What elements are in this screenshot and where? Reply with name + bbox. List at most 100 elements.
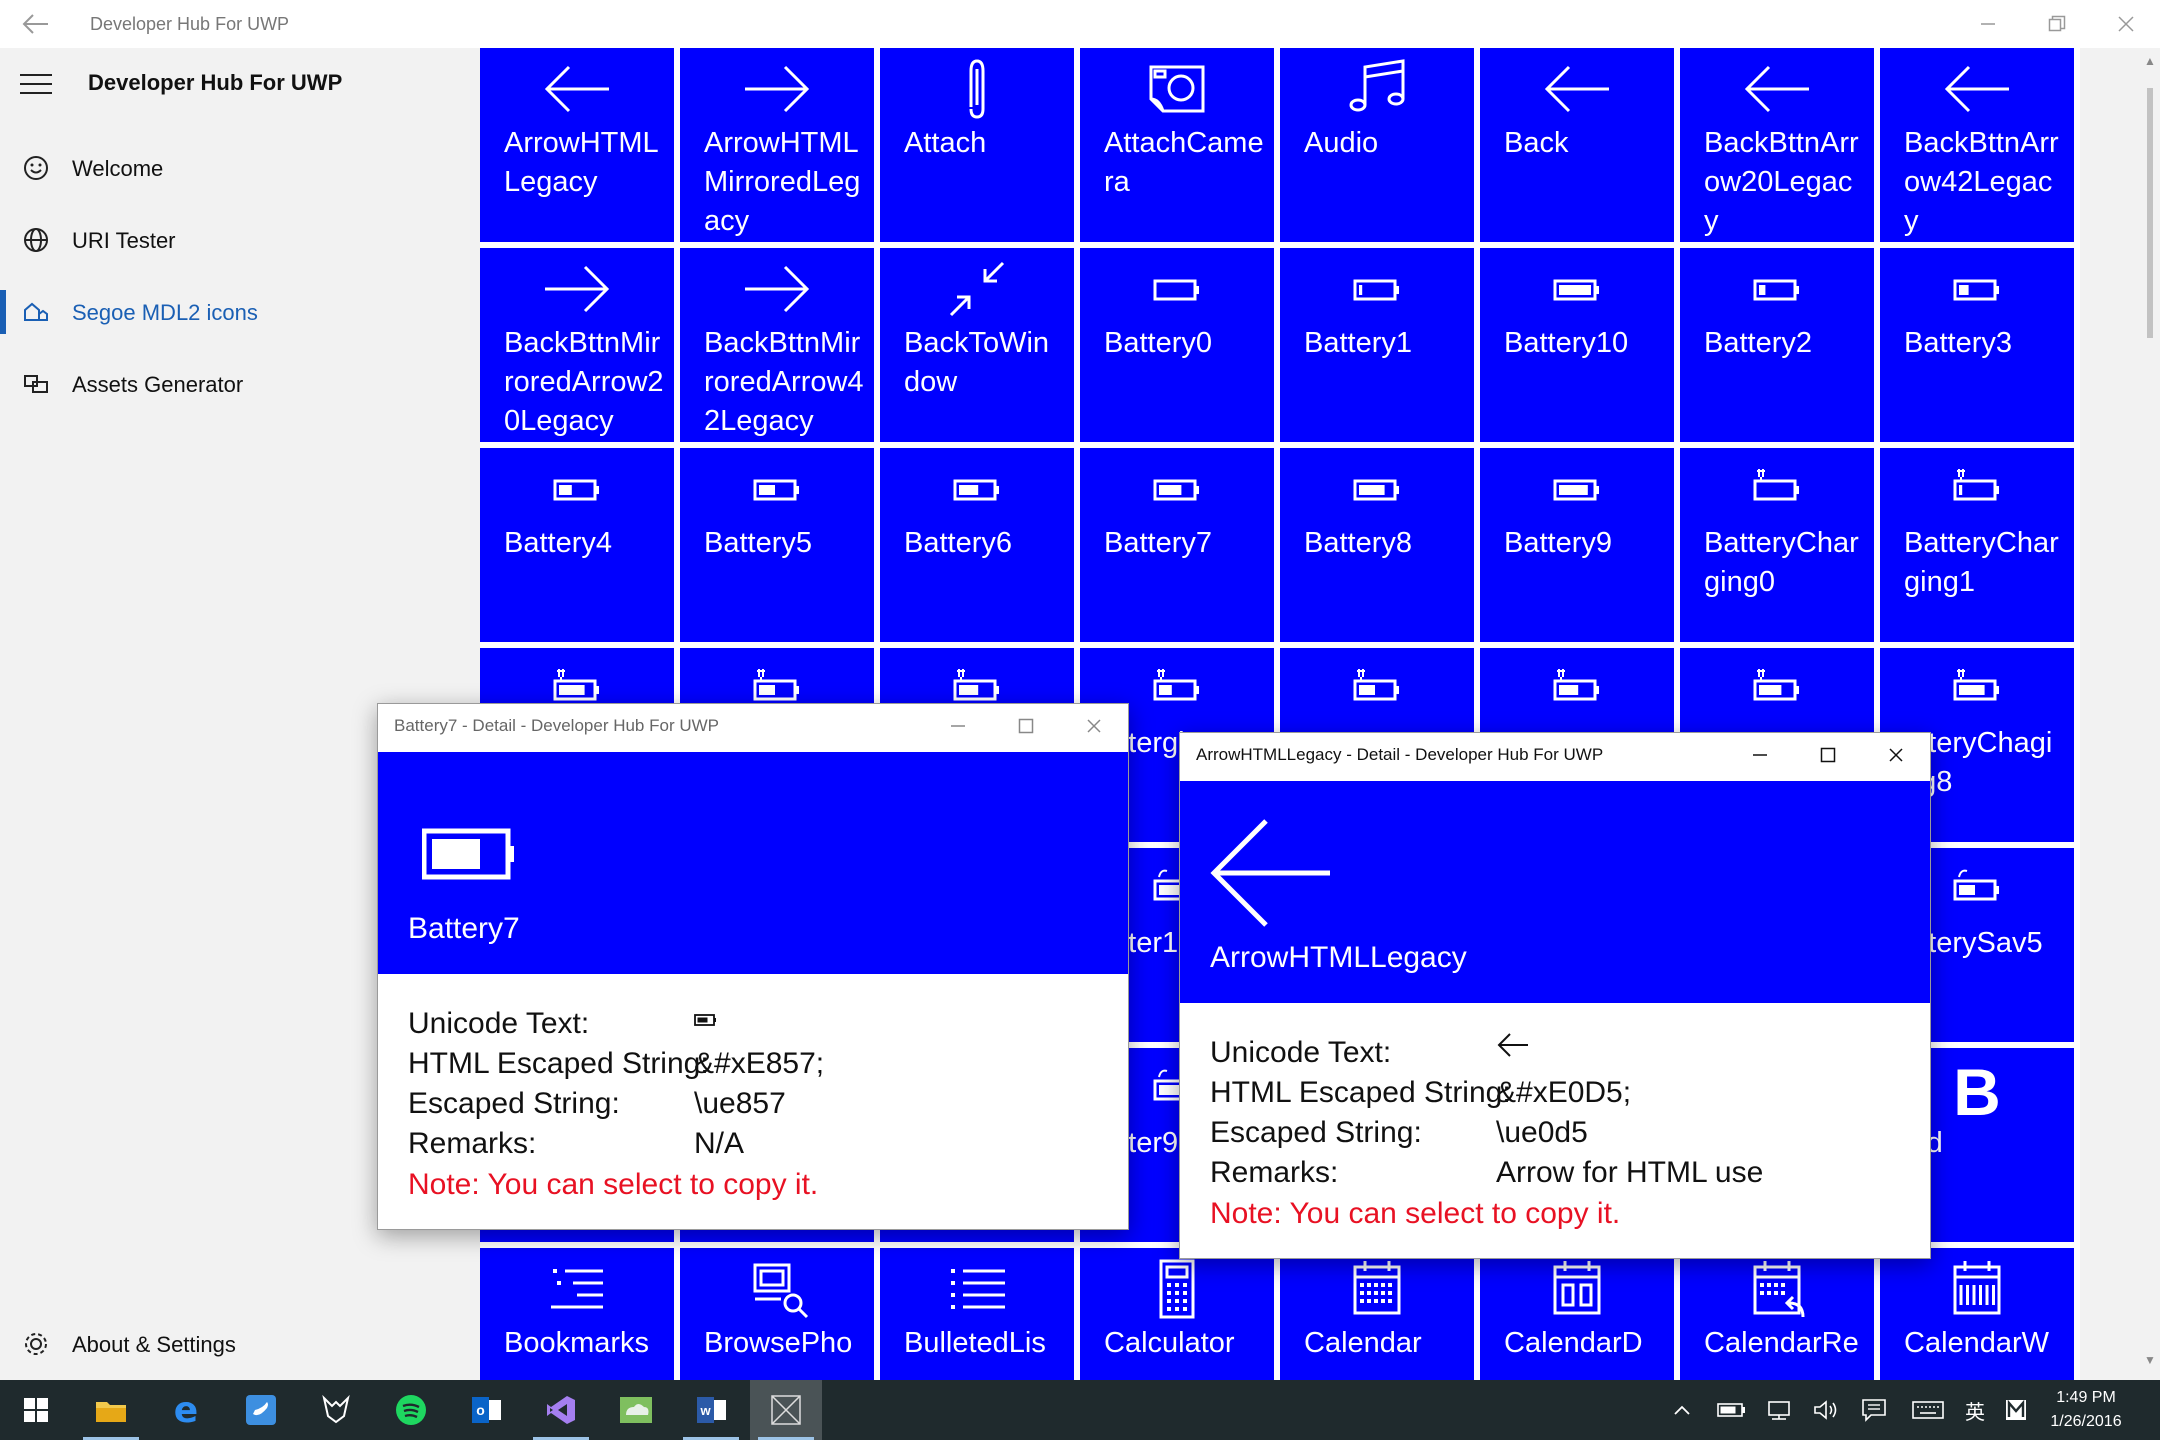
vertical-scrollbar[interactable]: ▲ ▼ xyxy=(2140,48,2160,1380)
info-value[interactable]: \ue0d5 xyxy=(1496,1113,1588,1153)
info-value[interactable]: N/A xyxy=(694,1124,744,1164)
icon-tile-back[interactable]: Back xyxy=(1480,48,1674,242)
close-button[interactable] xyxy=(1862,733,1930,777)
icon-tile-battery5[interactable]: Battery5 xyxy=(680,448,874,642)
info-value[interactable]: \ue857 xyxy=(694,1084,786,1124)
close-button[interactable] xyxy=(2091,0,2160,48)
icon-tile-battery8[interactable]: Battery8 xyxy=(1280,448,1474,642)
arrowhtmllegacy-detail-window[interactable]: ArrowHTMLLegacy - Detail - Developer Hub… xyxy=(1179,732,1931,1259)
icon-tile-battery10[interactable]: Battery10 xyxy=(1480,248,1674,442)
maximize-button[interactable] xyxy=(1794,733,1862,777)
battery-tray-button[interactable] xyxy=(1712,1380,1752,1440)
nav-item-segoe-mdl2-icons[interactable]: Segoe MDL2 icons xyxy=(0,276,480,348)
weather-icon xyxy=(620,1397,652,1423)
network-tray-button[interactable] xyxy=(1760,1380,1800,1440)
minimize-button[interactable] xyxy=(924,704,992,748)
restore-button[interactable] xyxy=(2022,0,2091,48)
icon-tile-battery6[interactable]: Battery6 xyxy=(880,448,1074,642)
icon-tile-battery3[interactable]: Battery3 xyxy=(1880,248,2074,442)
icon-tile-arrowhtmlmirroredlegacy[interactable]: ArrowHTMLMirroredLegacy xyxy=(680,48,874,242)
word-button[interactable]: w xyxy=(675,1380,747,1440)
nav-item-label: About & Settings xyxy=(72,1332,236,1357)
icon-tile-attach[interactable]: Attach xyxy=(880,48,1074,242)
spotify-button[interactable] xyxy=(375,1380,447,1440)
nav-item-about-settings[interactable]: About & Settings xyxy=(0,1308,480,1380)
icon-tile-battery1[interactable]: Battery1 xyxy=(1280,248,1474,442)
battery7-detail-window[interactable]: Battery7 - Detail - Developer Hub For UW… xyxy=(377,703,1129,1230)
visual-studio-button[interactable] xyxy=(525,1380,597,1440)
icon-tile-backbttnarrow20legacy[interactable]: BackBttnArrow20Legacy xyxy=(1680,48,1874,242)
battery-charging-icon xyxy=(1880,454,2074,524)
ime-mode-button[interactable] xyxy=(1998,1380,2034,1440)
icon-tile-battery4[interactable]: Battery4 xyxy=(480,448,674,642)
icon-tile-attachcamera[interactable]: AttachCamera xyxy=(1080,48,1274,242)
icon-tile-browsepho[interactable]: BrowsePho xyxy=(680,1248,874,1380)
icon-tile-battery9[interactable]: Battery9 xyxy=(1480,448,1674,642)
unicode-glyph[interactable] xyxy=(694,1004,718,1044)
icon-tile-bulletedlis[interactable]: BulletedLis xyxy=(880,1248,1074,1380)
clock-date: 1/26/2016 xyxy=(2050,1413,2122,1430)
weather-button[interactable] xyxy=(600,1380,672,1440)
start-button[interactable] xyxy=(0,1380,72,1440)
scroll-up-icon[interactable]: ▲ xyxy=(2144,54,2156,68)
minimize-button[interactable] xyxy=(1726,733,1794,777)
icon-tile-audio[interactable]: Audio xyxy=(1280,48,1474,242)
file-explorer-button[interactable] xyxy=(75,1380,147,1440)
icon-tile-bookmarks[interactable]: Bookmarks xyxy=(480,1248,674,1380)
icon-tile-calendar[interactable]: Calendar xyxy=(1280,1248,1474,1380)
icon-tile-arrowhtmllegacy[interactable]: ArrowHTMLLegacy xyxy=(480,48,674,242)
back-button[interactable] xyxy=(18,10,52,38)
tile-label: CalendarRe xyxy=(1704,1327,1859,1359)
icon-tile-backbttnmirroredarrow20legacy[interactable]: BackBttnMirroredArrow20Legacy xyxy=(480,248,674,442)
tile-label: BatteryCharging0 xyxy=(1704,527,1859,598)
icon-tile-calendarre[interactable]: CalendarRe xyxy=(1680,1248,1874,1380)
battery-icon xyxy=(1280,454,1474,524)
hamburger-line xyxy=(20,83,52,85)
icon-tile-backbttnarrow42legacy[interactable]: BackBttnArrow42Legacy xyxy=(1880,48,2074,242)
svg-text:w: w xyxy=(699,1403,711,1418)
scrollbar-thumb[interactable] xyxy=(2147,88,2153,338)
detail-caption-buttons xyxy=(924,704,1128,748)
icon-tile-backtowindow[interactable]: BackToWindow xyxy=(880,248,1074,442)
maximize-icon xyxy=(1820,747,1836,763)
ime-indicator[interactable]: 英 xyxy=(1958,1380,1992,1440)
icon-tile-battery0[interactable]: Battery0 xyxy=(1080,248,1274,442)
edge-button[interactable]: e xyxy=(150,1380,222,1440)
app-button-active[interactable] xyxy=(750,1380,822,1440)
action-center-button[interactable] xyxy=(1854,1380,1894,1440)
hamburger-menu-button[interactable] xyxy=(20,74,52,98)
word-icon: w xyxy=(697,1397,726,1423)
info-value[interactable]: &#xE857; xyxy=(694,1044,824,1084)
info-key: Unicode Text: xyxy=(408,1007,590,1040)
icon-tile-backbttnmirroredarrow42legacy[interactable]: BackBttnMirroredArrow42Legacy xyxy=(680,248,874,442)
nav-item-uri-tester[interactable]: URI Tester xyxy=(0,204,480,276)
info-value[interactable]: Arrow for HTML use xyxy=(1496,1153,1763,1193)
icon-tile-batterycharging0[interactable]: BatteryCharging0 xyxy=(1680,448,1874,642)
icon-tile-calendarw[interactable]: CalendarW xyxy=(1880,1248,2074,1380)
icon-tile-batterycharging1[interactable]: BatteryCharging1 xyxy=(1880,448,2074,642)
foxit-button[interactable] xyxy=(300,1380,372,1440)
twitter-button[interactable] xyxy=(225,1380,297,1440)
unicode-glyph[interactable] xyxy=(1496,1033,1530,1073)
touch-keyboard-button[interactable] xyxy=(1906,1380,1950,1440)
detail-window-title: Battery7 - Detail - Developer Hub For UW… xyxy=(394,716,719,735)
volume-tray-button[interactable] xyxy=(1806,1380,1846,1440)
copy-note: Note: You can select to copy it. xyxy=(408,1168,819,1201)
arrow-right-icon xyxy=(680,254,874,324)
icon-tile-battery7[interactable]: Battery7 xyxy=(1080,448,1274,642)
minimize-button[interactable] xyxy=(1953,0,2022,48)
clock[interactable]: 1:49 PM 1/26/2016 xyxy=(2036,1386,2136,1434)
maximize-button[interactable] xyxy=(992,704,1060,748)
icon-tile-calendard[interactable]: CalendarD xyxy=(1480,1248,1674,1380)
info-value[interactable]: &#xE0D5; xyxy=(1496,1073,1631,1113)
icon-tile-calculator[interactable]: Calculator xyxy=(1080,1248,1274,1380)
nav-item-welcome[interactable]: Welcome xyxy=(0,132,480,204)
outlook-button[interactable]: o xyxy=(450,1380,522,1440)
nav-item-assets-generator[interactable]: Assets Generator xyxy=(0,348,480,420)
show-hidden-icons-button[interactable] xyxy=(1665,1380,1699,1440)
clock-time: 1:49 PM xyxy=(2056,1389,2116,1406)
icon-tile-battery2[interactable]: Battery2 xyxy=(1680,248,1874,442)
scroll-down-icon[interactable]: ▼ xyxy=(2144,1353,2156,1367)
taskbar: e o w 英 1:49 PM 1/26/2016 xyxy=(0,1380,2160,1440)
close-button[interactable] xyxy=(1060,704,1128,748)
